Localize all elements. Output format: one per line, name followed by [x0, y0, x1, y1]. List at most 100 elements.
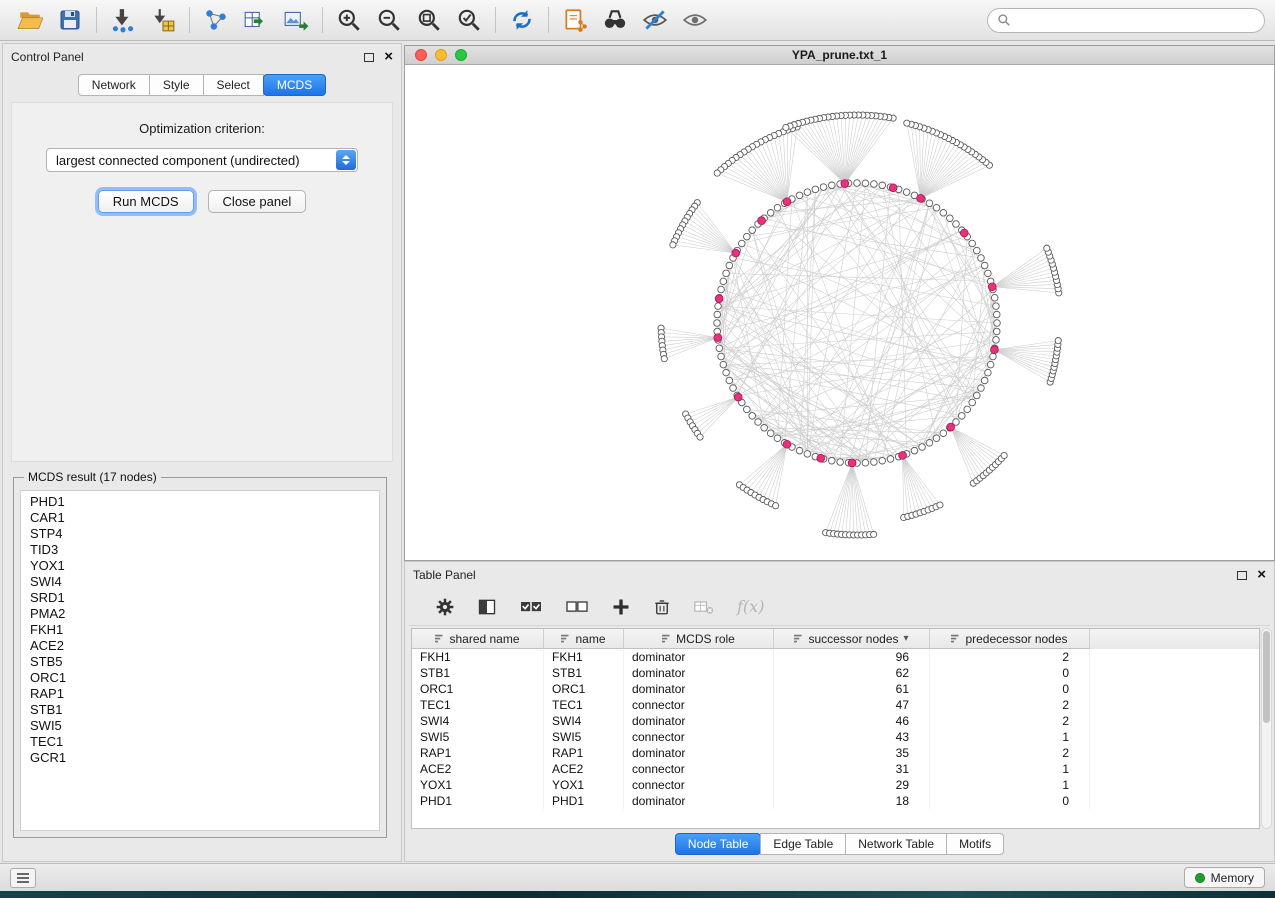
find-binoculars-icon[interactable] [595, 4, 635, 36]
run-mcds-button[interactable]: Run MCDS [98, 190, 194, 213]
sort-icon [561, 634, 570, 643]
sort-icon [662, 634, 671, 643]
zoom-out-icon[interactable] [369, 4, 409, 36]
search-icon [997, 13, 1011, 27]
result-item[interactable]: TID3 [30, 542, 379, 558]
deselect-all-rows-icon[interactable] [565, 597, 589, 617]
tab-node-table[interactable]: Node Table [675, 833, 762, 855]
table-panel: Table Panel × [404, 561, 1275, 862]
table-row[interactable]: TEC1TEC1connector472 [412, 697, 1259, 713]
select-all-rows-icon[interactable] [519, 597, 543, 617]
function-builder-icon[interactable]: f(x) [737, 597, 764, 616]
memory-status-dot [1195, 873, 1205, 883]
delete-column-icon[interactable] [653, 597, 671, 617]
result-item[interactable]: RAP1 [30, 686, 379, 702]
table-row[interactable]: ORC1ORC1dominator610 [412, 681, 1259, 697]
toolbar-divider [322, 7, 323, 33]
table-row[interactable]: RAP1RAP1dominator352 [412, 745, 1259, 761]
hide-graphics-icon[interactable] [635, 4, 675, 36]
float-panel-icon[interactable] [364, 53, 374, 62]
result-item[interactable]: STP4 [30, 526, 379, 542]
column-header[interactable]: shared name [412, 629, 544, 649]
export-image-icon[interactable] [276, 4, 316, 36]
result-item[interactable]: ACE2 [30, 638, 379, 654]
import-table-icon[interactable] [143, 4, 183, 36]
delete-table-icon-disabled[interactable] [693, 597, 715, 617]
table-settings-gear-icon[interactable] [435, 597, 455, 617]
result-item[interactable]: PMA2 [30, 606, 379, 622]
result-item[interactable]: SRD1 [30, 590, 379, 606]
close-panel-button[interactable]: Close panel [208, 190, 307, 213]
criterion-dropdown-value: largest connected component (undirected) [56, 153, 300, 168]
tab-mcds[interactable]: MCDS [263, 74, 326, 96]
table-scrollbar[interactable] [1261, 628, 1272, 829]
column-header[interactable]: predecessor nodes [930, 629, 1090, 649]
import-network-icon[interactable] [103, 4, 143, 36]
column-header[interactable]: successor nodes▾ [774, 629, 930, 649]
right-area: YPA_prune.txt_1 Table Panel × [404, 43, 1275, 862]
export-table-icon[interactable] [236, 4, 276, 36]
save-icon[interactable] [50, 4, 90, 36]
result-item[interactable]: YOX1 [30, 558, 379, 574]
tab-style[interactable]: Style [149, 74, 204, 96]
result-item[interactable]: PHD1 [30, 494, 379, 510]
table-row[interactable]: SWI5SWI5connector431 [412, 729, 1259, 745]
criterion-dropdown[interactable]: largest connected component (undirected) [46, 148, 358, 172]
result-item[interactable]: FKH1 [30, 622, 379, 638]
memory-button[interactable]: Memory [1184, 867, 1265, 888]
status-bar: Memory [0, 863, 1275, 891]
network-window-titlebar[interactable]: YPA_prune.txt_1 [405, 46, 1274, 65]
sort-icon [951, 634, 960, 643]
show-graphics-icon[interactable] [675, 4, 715, 36]
tab-network[interactable]: Network [78, 74, 150, 96]
status-menu-button[interactable] [10, 868, 36, 888]
show-columns-icon[interactable] [477, 597, 497, 617]
desktop-wallpaper-strip [0, 891, 1275, 898]
table-row[interactable]: SWI4SWI4dominator462 [412, 713, 1259, 729]
result-item[interactable]: ORC1 [30, 670, 379, 686]
list-icon [16, 872, 30, 884]
close-window-button[interactable] [415, 49, 427, 61]
zoom-in-icon[interactable] [329, 4, 369, 36]
mcds-result-group: MCDS result (17 nodes) PHD1CAR1STP4TID3Y… [13, 470, 387, 838]
open-folder-icon[interactable] [10, 4, 50, 36]
network-share-icon[interactable] [196, 4, 236, 36]
search-input[interactable] [1011, 13, 1255, 27]
tab-edge-table[interactable]: Edge Table [760, 833, 846, 855]
zoom-selected-icon[interactable] [449, 4, 489, 36]
result-item[interactable]: STB1 [30, 702, 379, 718]
toolbar-divider [548, 7, 549, 33]
table-row[interactable]: PHD1PHD1dominator180 [412, 793, 1259, 809]
sort-icon [794, 634, 803, 643]
zoom-fit-icon[interactable] [409, 4, 449, 36]
result-item[interactable]: TEC1 [30, 734, 379, 750]
result-item[interactable]: GCR1 [30, 750, 379, 766]
result-item[interactable]: SWI5 [30, 718, 379, 734]
table-scrollbar-thumb[interactable] [1263, 631, 1270, 723]
table-row[interactable]: ACE2ACE2connector311 [412, 761, 1259, 777]
refresh-layout-icon[interactable] [502, 4, 542, 36]
clipboard-share-icon[interactable] [555, 4, 595, 36]
table-row[interactable]: YOX1YOX1connector291 [412, 777, 1259, 793]
column-header[interactable]: name [544, 629, 624, 649]
close-panel-icon[interactable]: × [384, 52, 393, 62]
float-table-panel-icon[interactable] [1237, 571, 1247, 580]
table-row[interactable]: STB1STB1dominator620 [412, 665, 1259, 681]
close-table-panel-icon[interactable]: × [1257, 570, 1266, 580]
toolbar-divider [495, 7, 496, 33]
tab-select[interactable]: Select [203, 74, 264, 96]
search-field[interactable] [987, 8, 1265, 33]
result-item[interactable]: STB5 [30, 654, 379, 670]
mcds-result-list[interactable]: PHD1CAR1STP4TID3YOX1SWI4SRD1PMA2FKH1ACE2… [20, 490, 380, 831]
result-item[interactable]: SWI4 [30, 574, 379, 590]
create-column-icon[interactable] [611, 597, 631, 617]
table-row[interactable]: FKH1FKH1dominator962 [412, 649, 1259, 665]
tab-network-table[interactable]: Network Table [845, 833, 947, 855]
minimize-window-button[interactable] [435, 49, 447, 61]
table-toolbar: f(x) [409, 588, 1270, 626]
zoom-window-button[interactable] [455, 49, 467, 61]
result-item[interactable]: CAR1 [30, 510, 379, 526]
tab-motifs[interactable]: Motifs [946, 833, 1004, 855]
network-canvas[interactable] [405, 65, 1274, 560]
column-header[interactable]: MCDS role [624, 629, 774, 649]
